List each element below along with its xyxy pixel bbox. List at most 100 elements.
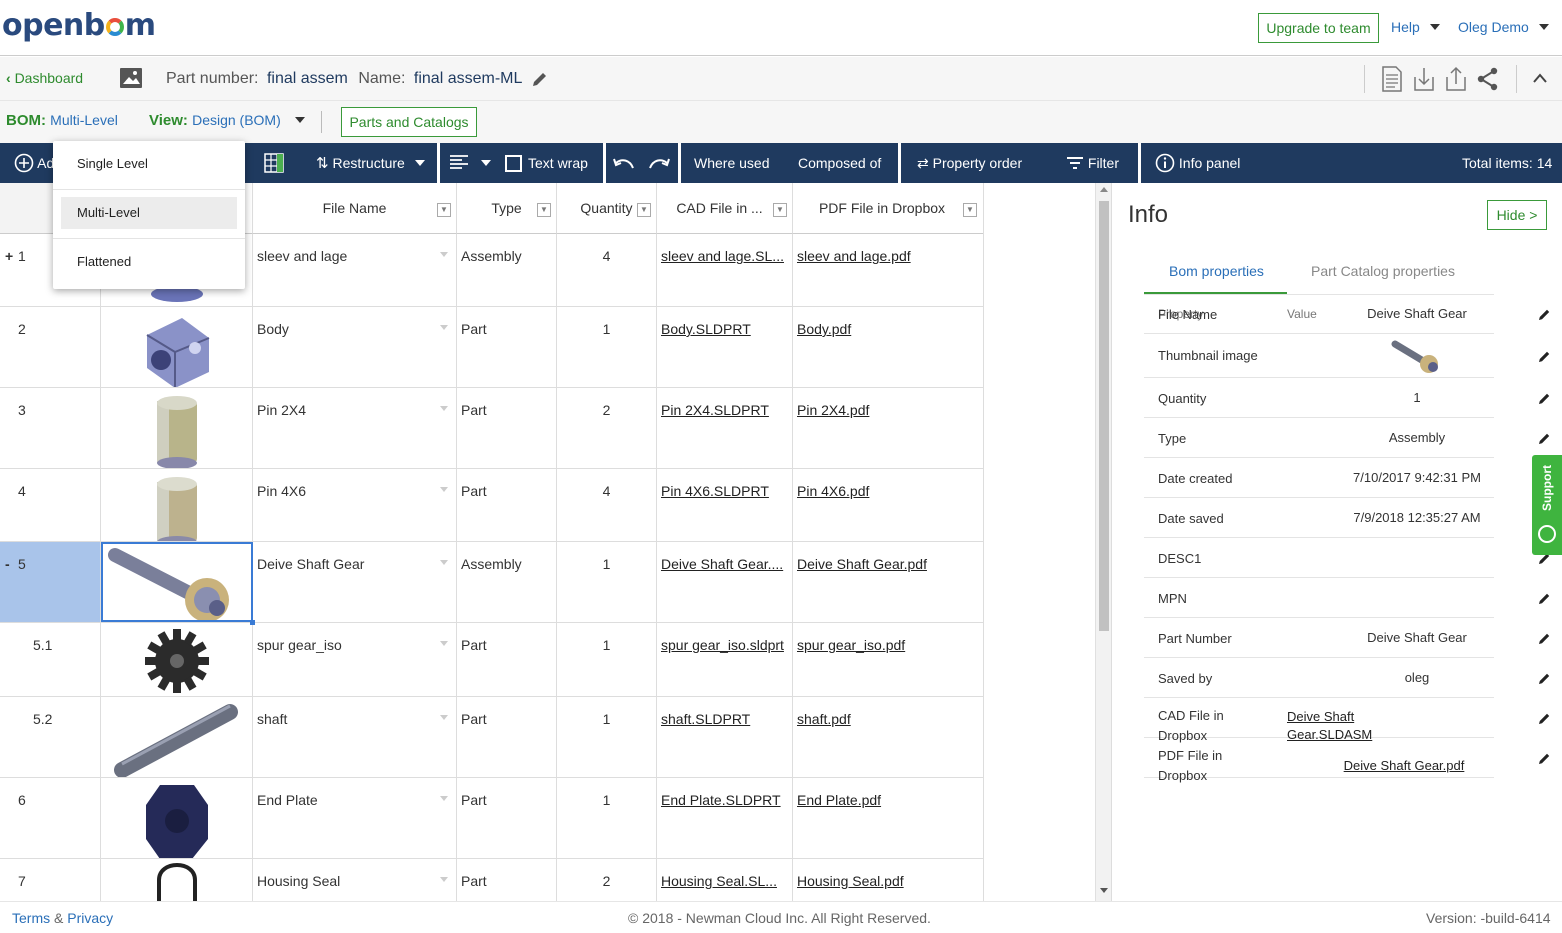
pdf-file-link[interactable]: Body.pdf [797,321,851,337]
pdf-file-cell[interactable]: spur gear_iso.pdf [793,623,983,696]
redo-button[interactable] [648,143,670,183]
column-header-pdf-file[interactable]: PDF File in Dropbox ▼ [793,183,983,234]
edit-icon[interactable] [1538,752,1551,765]
row-number-cell[interactable]: 5.2 [0,697,101,777]
pdf-file-cell[interactable]: Body.pdf [793,307,983,387]
composed-of-button[interactable]: Composed of [798,143,881,183]
row-number-cell[interactable]: 3 [0,388,101,468]
user-menu[interactable]: Oleg Demo [1458,19,1549,35]
column-header-file-name[interactable]: File Name ▼ [253,183,457,234]
row-number-cell[interactable]: 5.1 [0,623,101,696]
upgrade-button[interactable]: Upgrade to team [1258,13,1379,43]
restructure-button[interactable]: ⇅ Restructure [316,143,425,183]
thumbnail-cell[interactable] [101,778,253,858]
type-cell[interactable]: Part [457,388,557,468]
file-name-cell[interactable]: Pin 2X4 [253,388,457,468]
collapse-icon[interactable]: - [5,556,10,572]
thumbnail-cell[interactable] [101,388,253,468]
table-row[interactable]: 2 Body Part 1 Body.SLDPRT Body.pdf [0,307,983,388]
thumbnail-cell[interactable] [101,542,253,622]
cad-file-cell[interactable]: Housing Seal.SL... [657,859,793,901]
cad-file-cell[interactable]: Deive Shaft Gear.... [657,542,793,622]
thumbnail-cell[interactable] [101,623,253,696]
row-number-cell[interactable]: 6 [0,778,101,858]
table-row[interactable]: 7 Housing Seal Part 2 Housing Seal.SL... Hous… [0,859,983,901]
file-name-cell[interactable]: Body [253,307,457,387]
parts-catalogs-button[interactable]: Parts and Catalogs [341,107,477,137]
pdf-file-cell[interactable]: End Plate.pdf [793,778,983,858]
row-number-cell[interactable]: 7 [0,859,101,901]
cad-file-cell[interactable]: spur gear_iso.sldprt [657,623,793,696]
pdf-file-cell[interactable]: Pin 2X4.pdf [793,388,983,468]
type-cell[interactable]: Part [457,697,557,777]
cad-file-link[interactable]: Pin 4X6.SLDPRT [661,483,769,499]
thumbnail-cell[interactable] [101,307,253,387]
filter-icon[interactable]: ▼ [963,203,977,217]
filter-icon[interactable]: ▼ [773,203,787,217]
support-tab[interactable]: Support [1532,455,1562,555]
cad-file-link[interactable]: shaft.SLDPRT [661,711,750,727]
scrollbar-thumb[interactable] [1099,201,1109,631]
thumbnail-cell[interactable] [101,859,253,901]
dashboard-link[interactable]: ‹ Dashboard [6,70,83,86]
quantity-cell[interactable]: 1 [557,697,657,777]
quantity-cell[interactable]: 4 [557,234,657,306]
collapse-icon[interactable] [1532,71,1548,89]
file-name-cell[interactable]: Pin 4X6 [253,469,457,541]
row-number-cell[interactable]: 2 [0,307,101,387]
bom-selector[interactable]: BOM: Multi-Level [6,112,118,129]
quantity-cell[interactable]: 1 [557,623,657,696]
table-row[interactable]: 5.2 shaft Part 1 shaft.SLDPRT shaft.pdf [0,697,983,778]
type-cell[interactable]: Part [457,307,557,387]
edit-icon[interactable] [1538,432,1551,445]
selection-handle[interactable] [250,620,255,625]
type-cell[interactable]: Assembly [457,234,557,306]
cad-file-cell[interactable]: Pin 2X4.SLDPRT [657,388,793,468]
quantity-cell[interactable]: 1 [557,542,657,622]
cad-file-cell[interactable]: Pin 4X6.SLDPRT [657,469,793,541]
edit-icon[interactable] [1538,672,1551,685]
image-icon[interactable] [119,67,143,89]
type-cell[interactable]: Part [457,778,557,858]
thumbnail-cell[interactable] [101,697,253,777]
cad-file-link[interactable]: Housing Seal.SL... [661,873,777,889]
cad-file-link[interactable]: Body.SLDPRT [661,321,751,337]
pdf-file-cell[interactable]: Housing Seal.pdf [793,859,983,901]
pdf-file-link[interactable]: End Plate.pdf [797,792,881,808]
column-header-type[interactable]: Type ▼ [457,183,557,234]
cad-file-link[interactable]: Deive Shaft Gear.... [661,556,783,572]
table-row[interactable]: -5 Deive Shaft Gear Assembly 1 Deive Shaft G… [0,542,983,623]
filter-icon[interactable]: ▼ [437,203,451,217]
row-number-cell[interactable]: 4 [0,469,101,541]
quantity-cell[interactable]: 1 [557,778,657,858]
cad-file-cell[interactable]: End Plate.SLDPRT [657,778,793,858]
edit-icon[interactable] [1538,632,1551,645]
pdf-file-link[interactable]: Pin 2X4.pdf [797,402,869,418]
quantity-cell[interactable]: 1 [557,307,657,387]
add-button[interactable]: Ad [14,143,54,183]
openbom-logo[interactable]: openb m [2,8,156,43]
table-row[interactable]: 3 Pin 2X4 Part 2 Pin 2X4.SLDPRT Pin 2X4.pdf [0,388,983,469]
row-number-cell[interactable]: -5 [0,542,101,622]
cad-file-cell[interactable]: shaft.SLDPRT [657,697,793,777]
filter-icon[interactable]: ▼ [537,203,551,217]
pdf-file-link[interactable]: shaft.pdf [797,711,851,727]
column-header-cad-file[interactable]: CAD File in ... ▼ [657,183,793,234]
table-row[interactable]: 5.1 spur gear_iso Part 1 spur gear_iso.sldpr… [0,623,983,697]
report-icon[interactable] [1381,65,1403,98]
thumbnail-cell[interactable] [101,469,253,541]
download-icon[interactable] [1412,65,1436,98]
help-menu[interactable]: Help [1391,19,1440,35]
filter-icon[interactable]: ▼ [637,203,651,217]
quantity-cell[interactable]: 4 [557,469,657,541]
share-icon[interactable] [1476,67,1500,96]
pdf-file-link[interactable]: sleev and lage.pdf [797,248,911,264]
tab-bom-properties[interactable]: Bom properties [1169,263,1264,279]
thumbnail-image[interactable] [1342,338,1492,377]
pdf-file-cell[interactable]: Pin 4X6.pdf [793,469,983,541]
edit-icon[interactable] [1538,592,1551,605]
column-header-quantity[interactable]: Quantity ▼ [557,183,657,234]
scroll-down-arrow[interactable] [1100,888,1108,893]
cad-file-cell[interactable]: sleev and lage.SL... [657,234,793,306]
privacy-link[interactable]: Privacy [67,910,113,926]
